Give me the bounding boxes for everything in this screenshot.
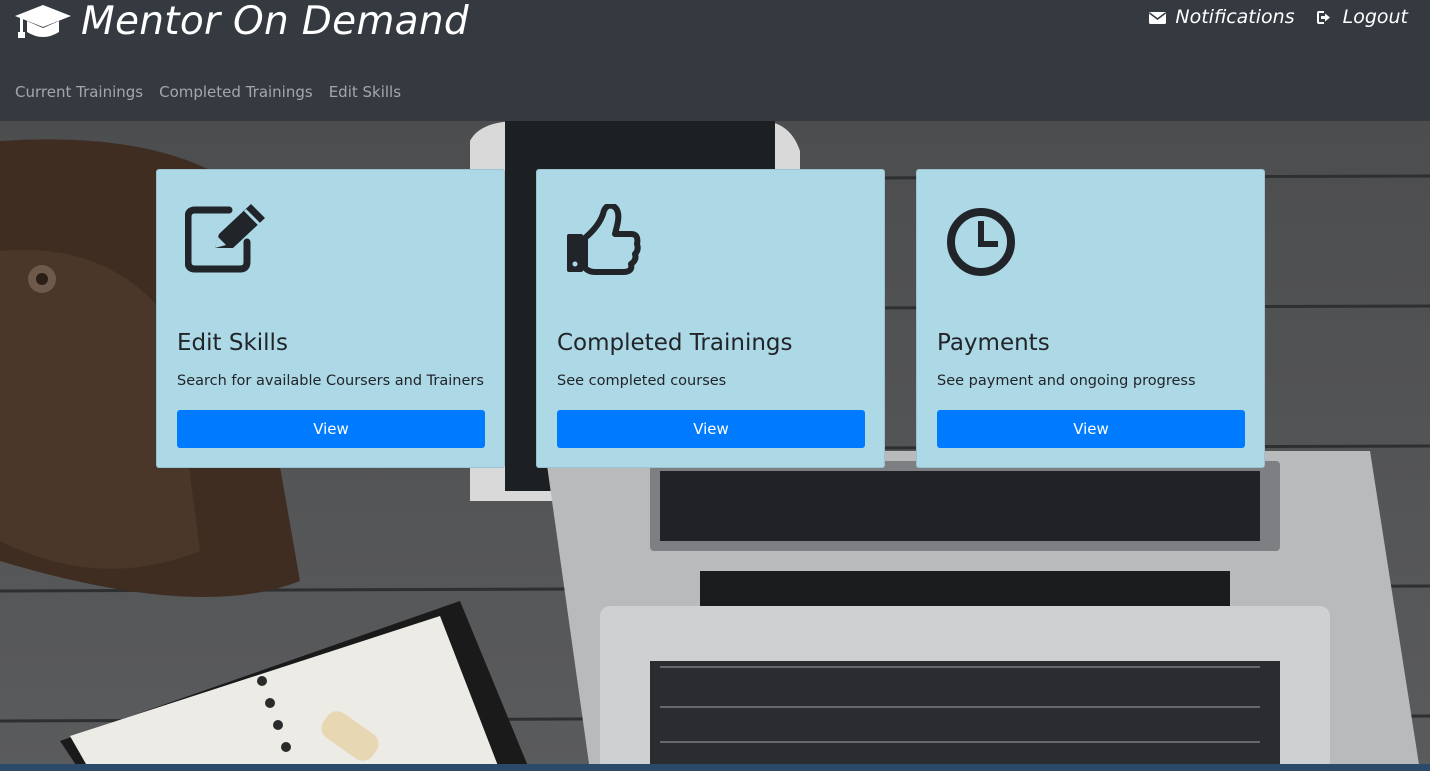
nav-current-trainings[interactable]: Current Trainings [15,83,143,101]
card-text: See completed courses [557,373,727,389]
card-title: Payments [937,330,1050,356]
card-text: See payment and ongoing progress [937,373,1196,389]
notifications-link[interactable]: Notifications [1149,6,1295,28]
view-completed-trainings-button[interactable]: View [557,410,865,448]
top-links: Notifications Logout [1149,6,1408,28]
brand[interactable]: Mentor On Demand [15,0,469,44]
logout-label: Logout [1342,6,1408,28]
thumbs-up-icon [567,204,641,275]
edit-icon [185,204,265,273]
envelope-icon [1149,11,1167,24]
card-completed-trainings: Completed Trainings See completed course… [536,169,885,468]
brand-title: Mentor On Demand [81,0,469,44]
logout-link[interactable]: Logout [1316,6,1408,28]
sign-out-icon [1316,10,1330,24]
card-payments: Payments See payment and ongoing progres… [916,169,1265,468]
graduation-cap-icon [15,5,71,38]
card-edit-skills: Edit Skills Search for available Courser… [156,169,505,468]
notifications-label: Notifications [1175,6,1295,28]
top-navbar: Mentor On Demand Notifications Logout Cu… [0,0,1430,121]
card-text: Search for available Coursers and Traine… [177,373,484,389]
main-nav: Current Trainings Completed Trainings Ed… [15,83,417,101]
nav-completed-trainings[interactable]: Completed Trainings [159,83,313,101]
view-payments-button[interactable]: View [937,410,1245,448]
card-title: Edit Skills [177,330,288,356]
card-title: Completed Trainings [557,330,793,356]
clock-icon [947,208,1015,276]
nav-edit-skills[interactable]: Edit Skills [329,83,401,101]
os-taskbar [0,764,1430,771]
view-edit-skills-button[interactable]: View [177,410,485,448]
